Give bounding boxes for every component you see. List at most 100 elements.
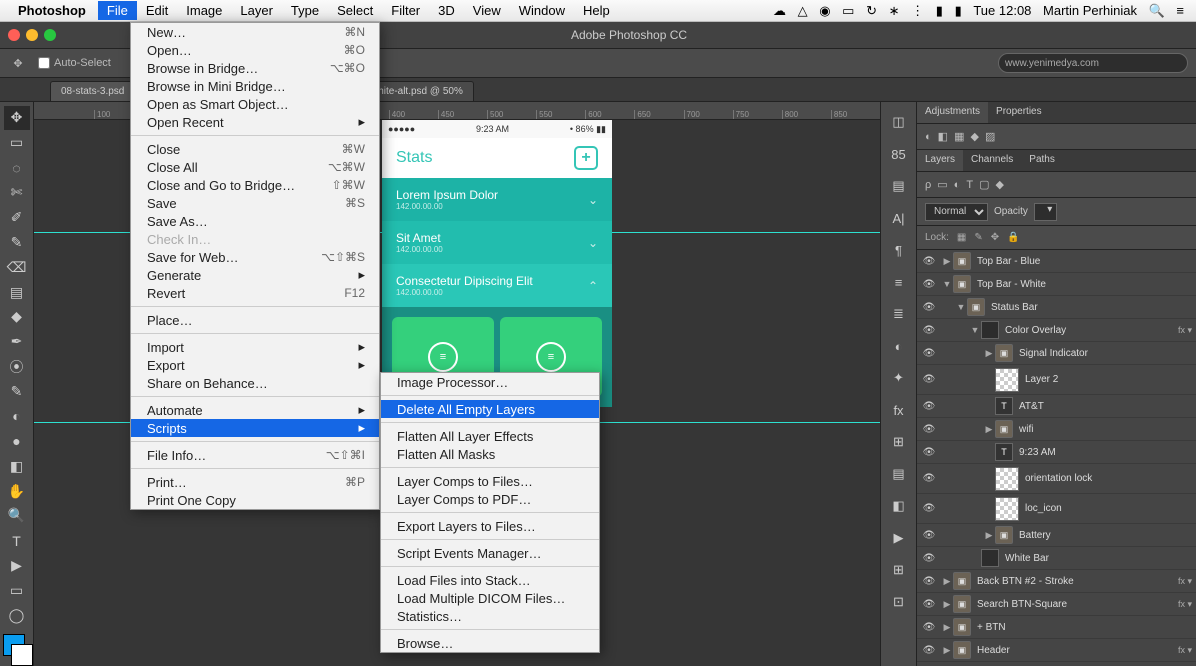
zoom-icon[interactable] bbox=[44, 29, 56, 41]
window-controls[interactable] bbox=[8, 29, 56, 41]
menu-window[interactable]: Window bbox=[510, 1, 574, 20]
layer-row[interactable]: 👁TAT&T bbox=[917, 395, 1196, 418]
layer-row[interactable]: 👁White Bar bbox=[917, 547, 1196, 570]
visibility-eye-icon[interactable]: 👁 bbox=[917, 503, 941, 514]
close-icon[interactable] bbox=[8, 29, 20, 41]
app-name[interactable]: Photoshop bbox=[18, 3, 86, 18]
layer-row[interactable]: 👁▶▣Battery bbox=[917, 524, 1196, 547]
disclosure-arrow-icon[interactable]: ▼ bbox=[955, 302, 967, 312]
layer-row[interactable]: 👁▶▣Headerfx ▾ bbox=[917, 639, 1196, 662]
layer-name[interactable]: Top Bar - Blue bbox=[977, 256, 1196, 267]
menu-item[interactable]: Save As… bbox=[131, 212, 379, 230]
disclosure-arrow-icon[interactable]: ▶ bbox=[983, 424, 995, 435]
tool-icon[interactable]: T bbox=[4, 529, 30, 553]
menu-item[interactable]: Load Multiple DICOM Files… bbox=[381, 589, 599, 607]
menu-item[interactable]: Generate▸ bbox=[131, 266, 379, 284]
tab-paths[interactable]: Paths bbox=[1021, 150, 1063, 171]
blend-mode-select[interactable]: Normal bbox=[925, 203, 988, 221]
menu-image[interactable]: Image bbox=[177, 1, 231, 20]
visibility-eye-icon[interactable]: 👁 bbox=[917, 447, 941, 458]
layer-name[interactable]: Layer 2 bbox=[1025, 374, 1196, 385]
panel-icon[interactable]: fx bbox=[885, 396, 913, 424]
tool-icon[interactable]: ▭ bbox=[4, 131, 30, 155]
icon[interactable]: ▨ bbox=[985, 130, 995, 143]
panel-icon[interactable]: ⊡ bbox=[885, 588, 913, 616]
layer-row[interactable]: 👁Layer 2 bbox=[917, 365, 1196, 395]
disclosure-arrow-icon[interactable]: ▶ bbox=[941, 645, 953, 656]
visibility-eye-icon[interactable]: 👁 bbox=[917, 576, 941, 587]
menu-item[interactable]: Import▸ bbox=[131, 338, 379, 356]
tab-adjustments[interactable]: Adjustments bbox=[917, 102, 988, 123]
tool-icon[interactable]: ✐ bbox=[4, 206, 30, 230]
wifi-icon[interactable]: ⋮ bbox=[911, 3, 924, 18]
menu-item[interactable]: RevertF12 bbox=[131, 284, 379, 302]
layer-row[interactable]: 👁▶▣wifi bbox=[917, 418, 1196, 441]
filter-icon[interactable]: ▢ bbox=[979, 178, 989, 191]
layer-row[interactable]: 👁T9:23 AM bbox=[917, 441, 1196, 464]
opacity-value[interactable]: ▾ bbox=[1034, 203, 1057, 221]
tool-icon[interactable]: ⌫ bbox=[4, 255, 30, 279]
menu-item[interactable]: Print One Copy bbox=[131, 491, 379, 509]
visibility-eye-icon[interactable]: 👁 bbox=[917, 348, 941, 359]
disclosure-arrow-icon[interactable]: ▶ bbox=[983, 348, 995, 359]
layer-name[interactable]: Top Bar - White bbox=[977, 279, 1196, 290]
layer-name[interactable]: + BTN bbox=[977, 622, 1196, 633]
menu-filter[interactable]: Filter bbox=[382, 1, 429, 20]
disclosure-arrow-icon[interactable]: ▶ bbox=[941, 622, 953, 633]
layer-name[interactable]: Header bbox=[977, 645, 1174, 656]
layer-row[interactable]: 👁▼Color Overlayfx ▾ bbox=[917, 319, 1196, 342]
document-tab[interactable]: 08-stats-3.psd bbox=[50, 81, 135, 101]
panel-icon[interactable]: ⊞ bbox=[885, 556, 913, 584]
visibility-eye-icon[interactable]: 👁 bbox=[917, 645, 941, 656]
auto-select-checkbox[interactable]: Auto-Select bbox=[38, 57, 111, 69]
file-menu-dropdown[interactable]: New…⌘NOpen…⌘OBrowse in Bridge…⌥⌘OBrowse … bbox=[130, 22, 380, 510]
menu-item[interactable]: Export Layers to Files… bbox=[381, 517, 599, 535]
menu-layer[interactable]: Layer bbox=[231, 1, 282, 20]
menu-item[interactable]: Browse in Mini Bridge… bbox=[131, 77, 379, 95]
disclosure-arrow-icon[interactable]: ▶ bbox=[941, 256, 953, 267]
icon[interactable]: ▦ bbox=[954, 130, 964, 143]
display-icon[interactable]: ▭ bbox=[842, 3, 854, 18]
icon[interactable]: ◐ bbox=[925, 131, 932, 143]
fx-badge[interactable]: fx ▾ bbox=[1174, 325, 1196, 336]
layer-row[interactable]: 👁▼▣Status Bar bbox=[917, 296, 1196, 319]
notifications-icon[interactable]: ≡ bbox=[1176, 3, 1184, 18]
tab-layers[interactable]: Layers bbox=[917, 150, 963, 171]
layer-row[interactable]: 👁▼▣Top Bar - White bbox=[917, 273, 1196, 296]
menu-item[interactable]: Script Events Manager… bbox=[381, 544, 599, 562]
layer-name[interactable]: loc_icon bbox=[1025, 503, 1196, 514]
menu-item[interactable]: Print…⌘P bbox=[131, 473, 379, 491]
layer-name[interactable]: Back BTN #2 - Stroke bbox=[977, 576, 1174, 587]
icon[interactable]: ◆ bbox=[970, 130, 978, 143]
filter-icon[interactable]: ▭ bbox=[937, 178, 947, 191]
tool-icon[interactable]: ✎ bbox=[4, 230, 30, 254]
menu-item[interactable]: Share on Behance… bbox=[131, 374, 379, 392]
panel-icon[interactable]: ◫ bbox=[885, 108, 913, 136]
menu-item[interactable]: New…⌘N bbox=[131, 23, 379, 41]
menu-type[interactable]: Type bbox=[282, 1, 328, 20]
menu-item[interactable]: Open as Smart Object… bbox=[131, 95, 379, 113]
menu-view[interactable]: View bbox=[464, 1, 510, 20]
panel-icon[interactable]: ◐ bbox=[885, 332, 913, 360]
menu-item[interactable]: Layer Comps to PDF… bbox=[381, 490, 599, 508]
tab-channels[interactable]: Channels bbox=[963, 150, 1021, 171]
timemachine-icon[interactable]: ↻ bbox=[866, 3, 877, 18]
visibility-eye-icon[interactable]: 👁 bbox=[917, 473, 941, 484]
background-color[interactable] bbox=[11, 644, 33, 666]
disclosure-arrow-icon[interactable]: ▼ bbox=[969, 325, 981, 335]
tool-icon[interactable]: ⦿ bbox=[4, 355, 30, 379]
menu-item[interactable]: Open Recent▸ bbox=[131, 113, 379, 131]
filter-icon[interactable]: T bbox=[966, 179, 973, 191]
disclosure-arrow-icon[interactable]: ▶ bbox=[941, 599, 953, 610]
dropbox-icon[interactable]: ☁ bbox=[773, 3, 786, 18]
menu-item[interactable]: Save for Web…⌥⇧⌘S bbox=[131, 248, 379, 266]
layer-row[interactable]: 👁orientation lock bbox=[917, 464, 1196, 494]
panel-icon[interactable]: ✦ bbox=[885, 364, 913, 392]
sync-icon[interactable]: ◉ bbox=[819, 3, 830, 18]
minimize-icon[interactable] bbox=[26, 29, 38, 41]
menu-item[interactable]: Browse in Bridge…⌥⌘O bbox=[131, 59, 379, 77]
layer-name[interactable]: Color Overlay bbox=[1005, 325, 1174, 336]
menu-item[interactable]: Place… bbox=[131, 311, 379, 329]
icon[interactable]: ◧ bbox=[938, 130, 948, 143]
user-name[interactable]: Martin Perhiniak bbox=[1043, 3, 1137, 18]
